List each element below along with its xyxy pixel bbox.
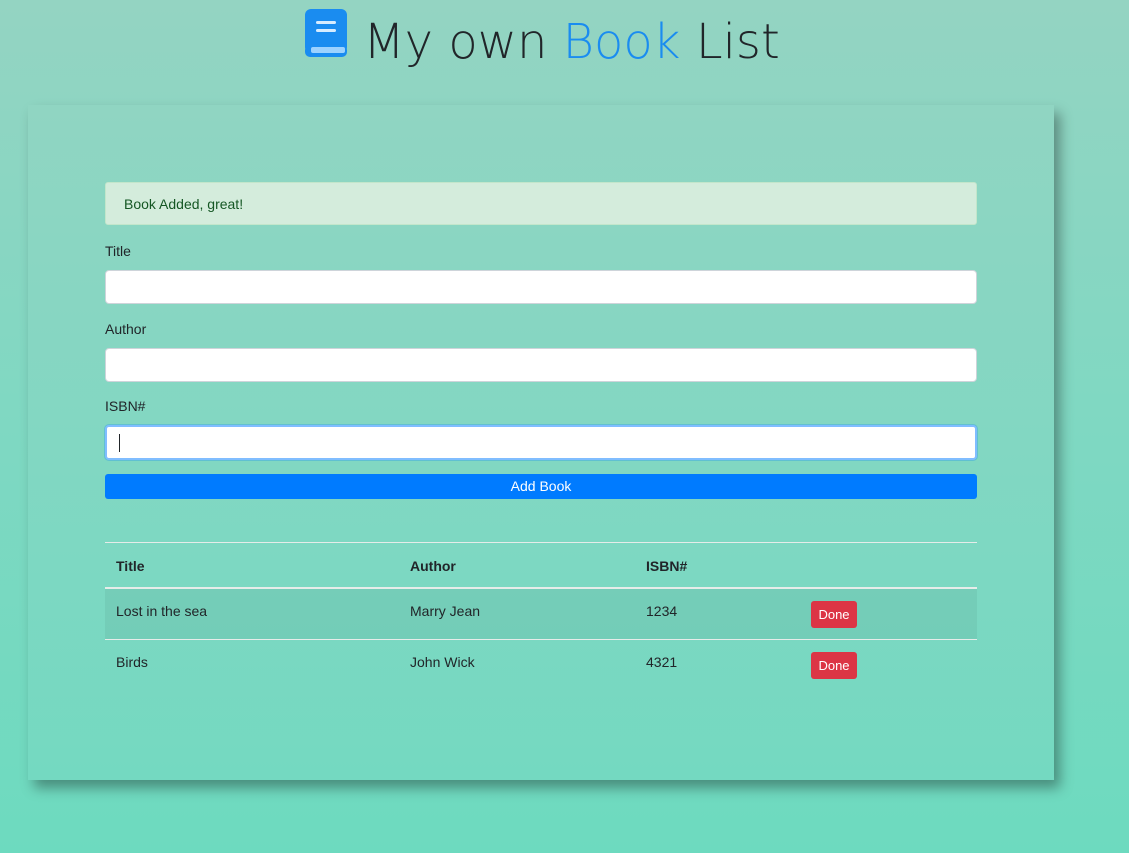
book-author: Marry Jean bbox=[410, 603, 481, 619]
page-title: My own Book List bbox=[0, 7, 1083, 79]
title-part2: List bbox=[680, 14, 780, 70]
table-header-row: Title Author ISBN# bbox=[105, 542, 977, 589]
author-input[interactable] bbox=[105, 348, 977, 382]
author-label: Author bbox=[105, 321, 147, 337]
header-title: Title bbox=[116, 558, 145, 574]
header-author: Author bbox=[410, 558, 456, 574]
title-accent: Book bbox=[562, 14, 681, 70]
title-part1: My own bbox=[363, 14, 563, 70]
book-isbn: 1234 bbox=[646, 603, 678, 619]
table-row: Lost in the sea Marry Jean 1234 Done bbox=[105, 589, 977, 640]
book-table: Title Author ISBN# Lost in the sea Marry… bbox=[105, 542, 977, 690]
book-icon bbox=[303, 7, 349, 75]
done-button[interactable]: Done bbox=[811, 652, 857, 679]
book-isbn: 4321 bbox=[646, 654, 678, 670]
book-title: Birds bbox=[116, 654, 148, 670]
isbn-input[interactable] bbox=[105, 425, 977, 460]
add-book-button[interactable]: Add Book bbox=[105, 474, 977, 499]
table-row: Birds John Wick 4321 Done bbox=[105, 640, 977, 690]
book-form-panel: Book Added, great! Title Author ISBN# Ad… bbox=[28, 105, 1054, 780]
title-input[interactable] bbox=[105, 270, 977, 304]
book-title: Lost in the sea bbox=[116, 603, 208, 619]
isbn-label: ISBN# bbox=[105, 398, 146, 414]
header-isbn: ISBN# bbox=[646, 558, 688, 574]
done-button[interactable]: Done bbox=[811, 601, 857, 628]
title-label: Title bbox=[105, 243, 131, 259]
book-author: John Wick bbox=[410, 654, 475, 670]
success-alert: Book Added, great! bbox=[105, 182, 977, 225]
text-caret bbox=[119, 434, 120, 452]
